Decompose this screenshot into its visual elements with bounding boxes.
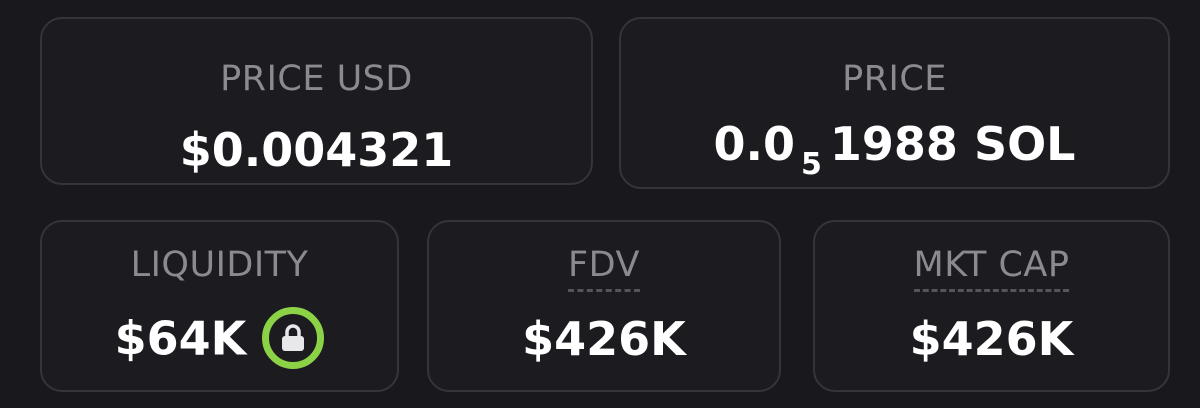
price-sol-card: PRICE 0.0 5 1988 SOL bbox=[619, 17, 1170, 189]
price-usd-value: $0.004321 bbox=[179, 123, 454, 177]
mkt-cap-label[interactable]: MKT CAP bbox=[913, 248, 1070, 292]
liquidity-card: LIQUIDITY $64K bbox=[40, 220, 399, 392]
price-sol-label: PRICE bbox=[842, 59, 947, 99]
liquidity-label: LIQUIDITY bbox=[130, 245, 309, 285]
price-sol-value: 0.0 5 1988 SOL bbox=[621, 121, 1168, 180]
fdv-label[interactable]: FDV bbox=[568, 248, 640, 292]
mkt-cap-value: $426K bbox=[909, 312, 1074, 366]
mkt-cap-label-wrap: MKT CAP bbox=[815, 248, 1168, 292]
fdv-value: $426K bbox=[522, 312, 686, 366]
fdv-card: FDV $426K bbox=[427, 220, 781, 392]
price-sol-prefix: 0.0 bbox=[713, 117, 796, 171]
price-sol-digits: 1988 bbox=[829, 117, 958, 171]
price-usd-label: PRICE USD bbox=[220, 59, 413, 99]
liquidity-value: $64K bbox=[114, 311, 247, 366]
price-usd-card: PRICE USD $0.004321 bbox=[40, 17, 593, 185]
lock-icon[interactable] bbox=[262, 307, 325, 369]
liquidity-value-row: $64K bbox=[42, 307, 397, 373]
mkt-cap-card: MKT CAP $426K bbox=[813, 220, 1170, 392]
price-sol-zero-count: 5 bbox=[801, 147, 822, 182]
fdv-label-wrap: FDV bbox=[429, 248, 779, 292]
price-sol-unit: SOL bbox=[973, 117, 1076, 171]
